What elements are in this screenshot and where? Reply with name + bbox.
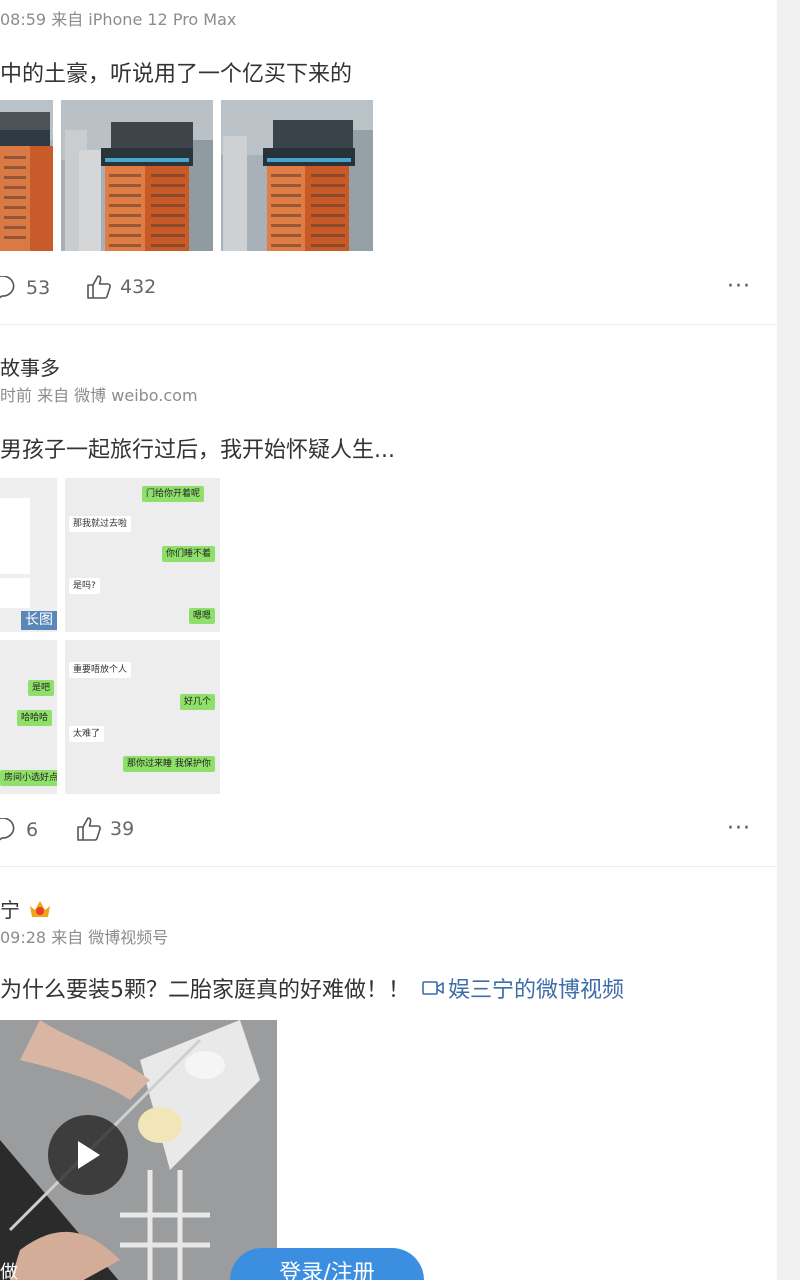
like-button[interactable]: 39: [76, 816, 134, 842]
chat-bubble: 你们睡不着: [162, 546, 216, 562]
post-text[interactable]: 男孩子一起旅行过后，我开始怀疑人生...: [0, 432, 395, 464]
post-divider: [0, 866, 777, 867]
comment-icon: [0, 818, 15, 841]
chat-bubble: 重要唔放个人: [69, 662, 132, 678]
post-image-long-3[interactable]: 是吧 哈哈哈 房间小选好点: [0, 640, 57, 794]
comment-icon: [0, 276, 15, 299]
video-link-label: 娱三宁的微博视频: [448, 978, 625, 1003]
long-image-badge: 长图: [21, 611, 57, 630]
login-register-button[interactable]: 登录/注册: [230, 1248, 424, 1280]
like-count: 39: [110, 818, 135, 840]
post-image-long-2[interactable]: 门给你开着呢 那我就过去啦 你们睡不着 是吗? 嗯嗯: [65, 478, 220, 632]
post-divider: [0, 324, 777, 325]
weibo-feed: 08:59 来自 iPhone 12 Pro Max 中的土豪，听说用了一个亿买…: [0, 0, 777, 1280]
chat-bubble: 是吧: [28, 680, 55, 696]
post-meta: 时前 来自 微博 weibo.com: [0, 386, 198, 405]
post-image-3[interactable]: [221, 100, 373, 251]
post-image-2[interactable]: [61, 100, 213, 251]
comment-count: 6: [26, 819, 39, 841]
scrollbar[interactable]: [777, 0, 800, 1280]
chat-bubble: 太难了: [69, 726, 105, 742]
like-count: 432: [120, 276, 157, 298]
post-author: 宁: [0, 898, 20, 922]
more-options-button[interactable]: ···: [727, 816, 751, 841]
play-icon: [78, 1141, 100, 1169]
chat-bubble: 那我就过去啦: [69, 516, 132, 532]
video-link[interactable]: 娱三宁的微博视频: [422, 972, 624, 1004]
post-text[interactable]: 中的土豪，听说用了一个亿买下来的: [0, 56, 352, 88]
post-text[interactable]: 为什么要装5颗？二胎家庭真的好难做！！: [0, 972, 410, 1004]
chat-bubble: 那你过来睡 我保护你: [123, 756, 215, 772]
chat-bubble: 门给你开着呢: [142, 486, 205, 502]
chat-bubble: 嗯嗯: [189, 608, 216, 624]
comment-count: 53: [26, 277, 51, 299]
chat-bubble: 哈哈哈: [17, 710, 53, 726]
video-camera-icon: [422, 981, 444, 995]
thumbs-up-icon: [77, 817, 101, 841]
thumbs-up-icon: [87, 275, 111, 299]
chat-text-block: [0, 498, 30, 574]
video-caption: 做: [0, 1262, 18, 1280]
post-image-long-4[interactable]: 重要唔放个人 好几个 太难了 那你过来睡 我保护你: [65, 640, 220, 794]
post-image-1[interactable]: [0, 100, 53, 251]
chat-bubble: 好几个: [180, 694, 216, 710]
chat-text-block: [0, 578, 30, 608]
post-meta: 08:59 来自 iPhone 12 Pro Max: [0, 10, 237, 29]
chat-bubble: 是吗?: [69, 578, 100, 594]
video-thumbnail[interactable]: 做: [0, 1020, 277, 1280]
chat-bubble: 房间小选好点: [0, 770, 57, 786]
crown-badge-icon: [30, 900, 50, 917]
like-button[interactable]: 432: [86, 274, 156, 300]
post-author-row[interactable]: 宁: [0, 894, 52, 923]
post-author[interactable]: 故事多: [0, 352, 60, 381]
comment-button[interactable]: 6: [0, 818, 38, 842]
post-meta: 09:28 来自 微博视频号: [0, 928, 169, 947]
more-options-button[interactable]: ···: [727, 274, 751, 299]
post-image-long-1[interactable]: [0, 478, 57, 632]
post-text-row: 为什么要装5颗？二胎家庭真的好难做！！ 娱三宁的微博视频: [0, 972, 624, 1004]
comment-button[interactable]: 53: [0, 276, 50, 300]
play-button[interactable]: [48, 1115, 128, 1195]
